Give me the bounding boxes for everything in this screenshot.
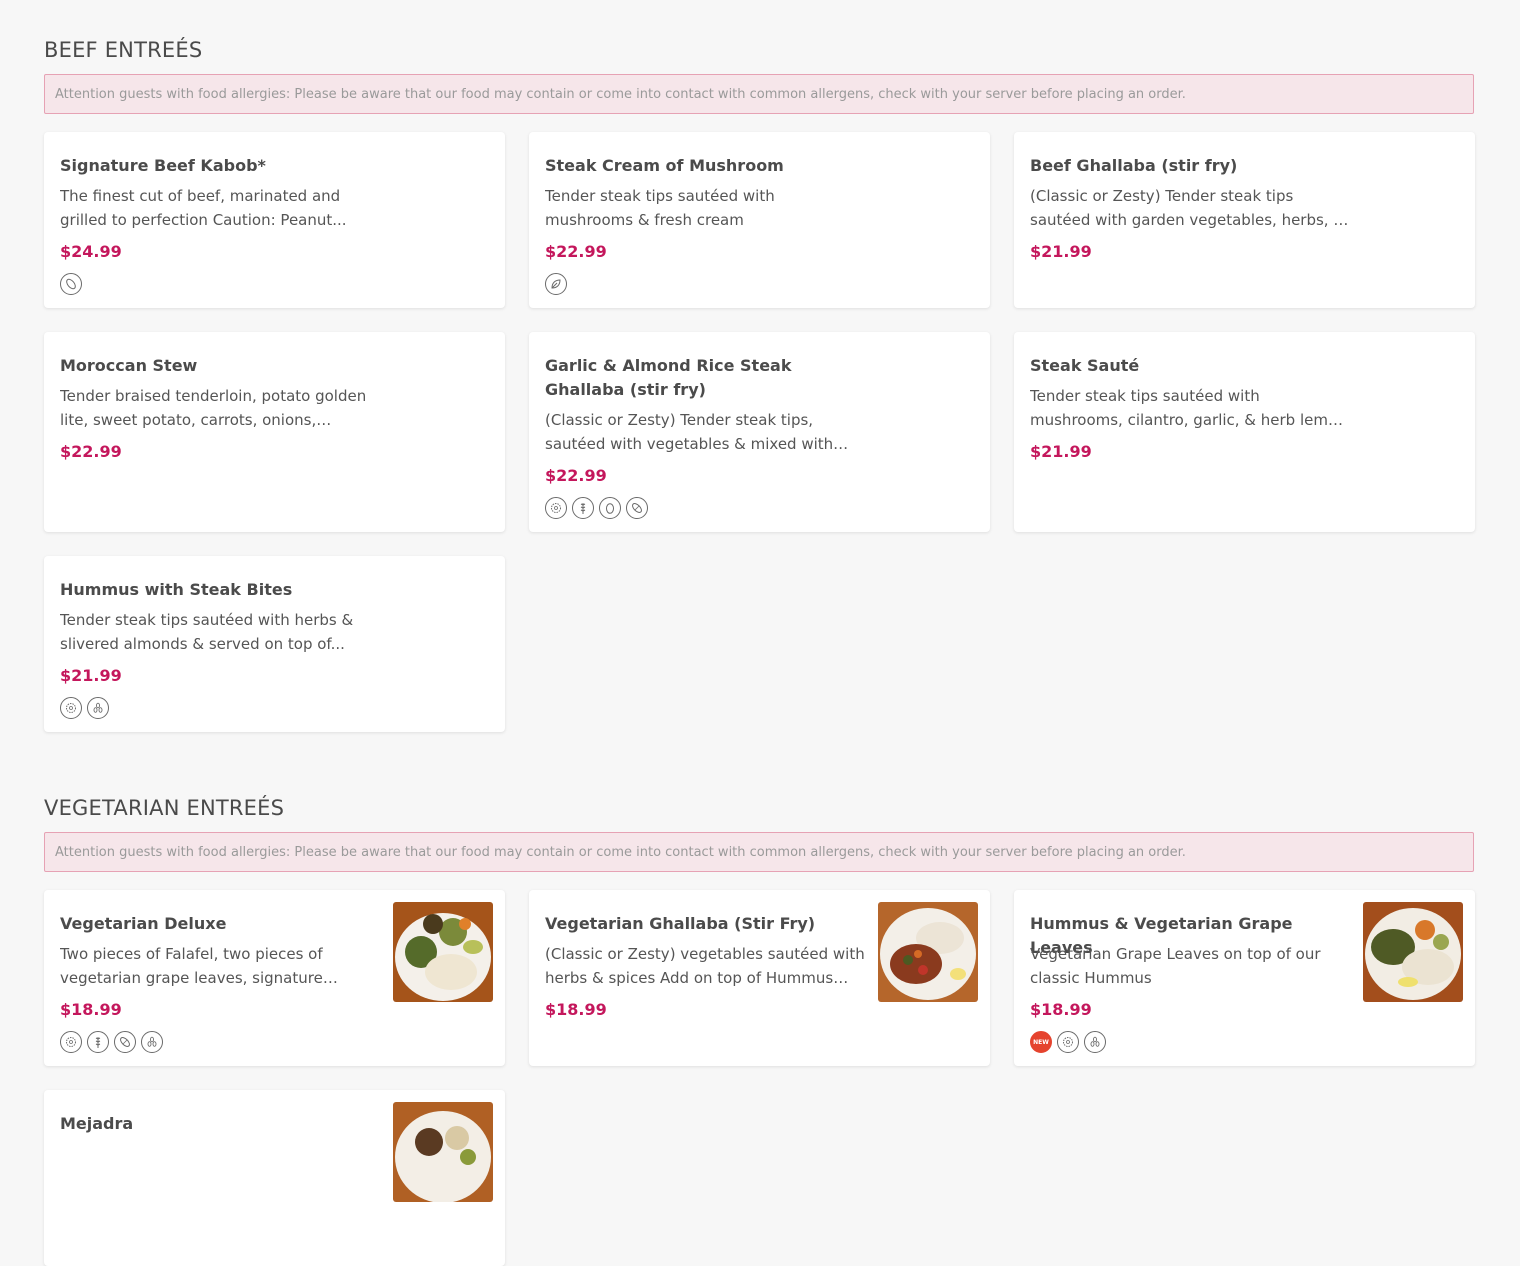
menu-item-card[interactable]: Mejadra <box>44 1090 505 1266</box>
food-photo <box>393 902 493 1002</box>
menu-item-description: Vegetarian Grape Leaves on top of our cl… <box>1030 945 1321 987</box>
new-badge-icon: NEW <box>1030 1031 1052 1053</box>
menu-item-price: $18.99 <box>545 1000 607 1019</box>
menu-item-card[interactable]: Vegetarian Deluxe Two pieces of Falafel,… <box>44 890 505 1066</box>
menu-item-price: $18.99 <box>1030 1000 1092 1019</box>
menu-item-title: Vegetarian Deluxe <box>60 914 227 933</box>
food-photo <box>393 1102 493 1202</box>
food-photo <box>1363 902 1463 1002</box>
allergen-icons <box>60 1031 163 1053</box>
menu-item-card[interactable]: Hummus & Vegetarian Grape Leaves Vegetar… <box>1014 890 1475 1066</box>
tree-nut-icon <box>60 1031 82 1053</box>
sesame-icon <box>141 1031 163 1053</box>
allergy-notice: Attention guests with food allergies: Pl… <box>44 832 1474 872</box>
tree-nut-icon <box>1057 1031 1079 1053</box>
sesame-icon <box>1084 1031 1106 1053</box>
food-photo <box>878 902 978 1002</box>
section-vegetarian-entrees: VEGETARIAN ENTREÉS Attention guests with… <box>44 0 1476 1266</box>
menu-item-price: $18.99 <box>60 1000 122 1019</box>
menu-item-description: Two pieces of Falafel, two pieces of veg… <box>60 945 323 987</box>
section-title: VEGETARIAN ENTREÉS <box>44 796 285 820</box>
menu-item-title: Mejadra <box>60 1114 134 1133</box>
allergen-icons: NEW <box>1030 1031 1106 1053</box>
wheat-icon <box>87 1031 109 1053</box>
menu-item-description: (Classic or Zesty) vegetables sautéed wi… <box>545 945 865 987</box>
menu-item-card[interactable]: Vegetarian Ghallaba (Stir Fry) (Classic … <box>529 890 990 1066</box>
peanut-icon <box>114 1031 136 1053</box>
menu-item-title: Vegetarian Ghallaba (Stir Fry) <box>545 914 816 933</box>
